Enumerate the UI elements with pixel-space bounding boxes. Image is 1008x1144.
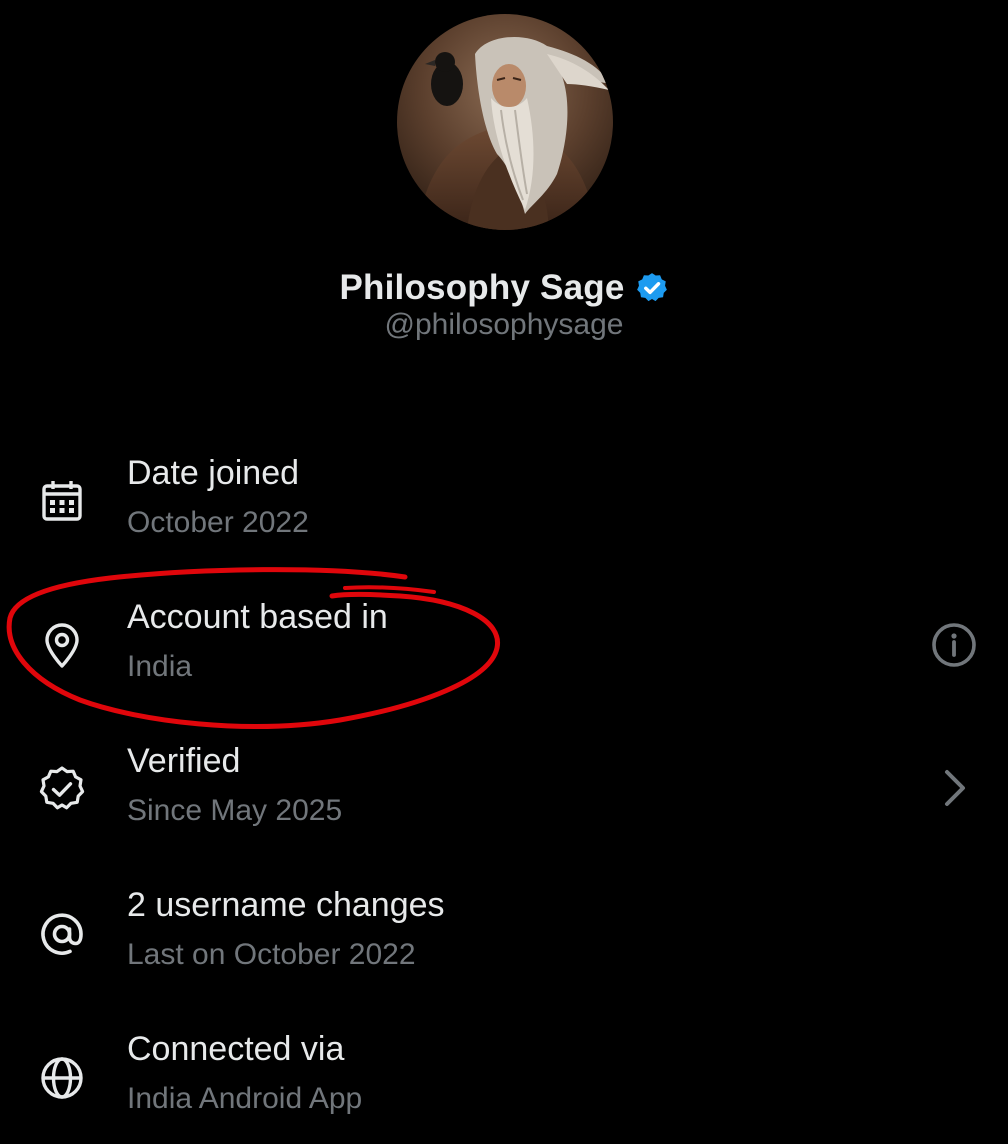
chevron-right-icon[interactable] bbox=[926, 760, 982, 816]
location-pin-icon bbox=[36, 620, 88, 672]
display-name: Philosophy Sage bbox=[339, 268, 625, 307]
info-item-username-changes: 2 username changes Last on October 2022 bbox=[0, 886, 1008, 998]
globe-icon bbox=[36, 1052, 88, 1104]
item-title: Date joined bbox=[127, 454, 300, 492]
item-title: Verified bbox=[127, 742, 241, 780]
verified-icon bbox=[36, 764, 88, 816]
item-subtitle: India Android App bbox=[127, 1082, 363, 1115]
item-subtitle: Last on October 2022 bbox=[127, 938, 416, 971]
item-title: 2 username changes bbox=[127, 886, 445, 924]
item-subtitle: October 2022 bbox=[127, 506, 309, 539]
info-item-connected-via: Connected via India Android App bbox=[0, 1030, 1008, 1142]
display-name-row: Philosophy Sage bbox=[0, 262, 1008, 314]
username-handle: @philosophysage bbox=[384, 308, 624, 341]
calendar-icon bbox=[36, 476, 88, 528]
avatar[interactable] bbox=[397, 14, 613, 230]
avatar-image bbox=[397, 14, 613, 230]
verified-badge-icon[interactable] bbox=[635, 271, 669, 305]
item-subtitle: India bbox=[127, 650, 193, 683]
info-item-verified[interactable]: Verified Since May 2025 bbox=[0, 742, 1008, 854]
info-item-account-based-in: Account based in India bbox=[0, 598, 1008, 710]
item-title: Account based in bbox=[127, 598, 388, 636]
info-item-date-joined: Date joined October 2022 bbox=[0, 454, 1008, 566]
account-info-screen: Philosophy Sage @philosophysage Date joi… bbox=[0, 0, 1008, 1144]
info-icon[interactable] bbox=[926, 617, 982, 673]
item-title: Connected via bbox=[127, 1030, 345, 1068]
item-subtitle: Since May 2025 bbox=[127, 794, 343, 827]
at-sign-icon bbox=[36, 908, 88, 960]
